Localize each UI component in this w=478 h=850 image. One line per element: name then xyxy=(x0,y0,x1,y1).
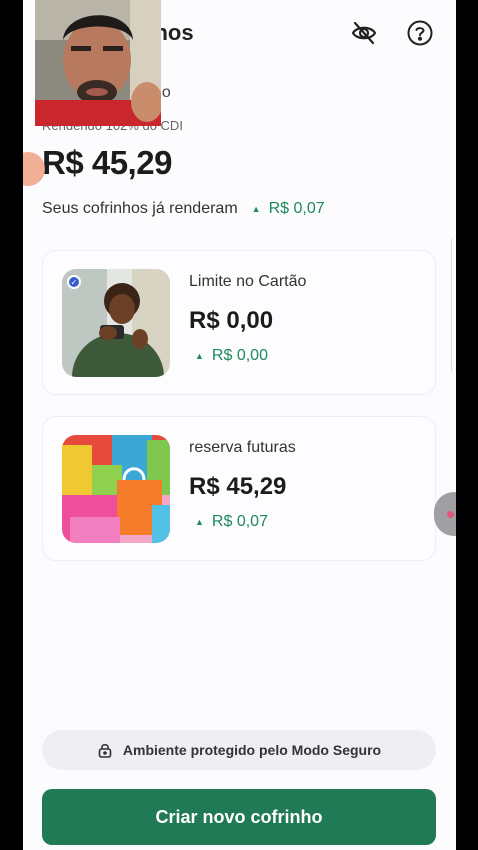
secure-mode-text: Ambiente protegido pelo Modo Seguro xyxy=(122,742,382,758)
webcam-overlay xyxy=(35,0,161,126)
floating-side-handle[interactable] xyxy=(434,492,456,536)
earned-amount: ▲ R$ 0,07 xyxy=(252,200,325,218)
check-badge-icon: ✓ xyxy=(67,275,81,289)
piggy-yield-value: R$ 0,00 xyxy=(211,347,268,364)
app-screen: nhos do Rendendo 102% do CDI R$ 45,29 Se… xyxy=(23,0,456,850)
secure-mode-banner: Ambiente protegido pelo Modo Seguro xyxy=(42,730,436,770)
up-arrow-icon: ▲ xyxy=(195,517,204,527)
piggy-card[interactable]: reserva futuras R$ 45,29 ▲ R$ 0,07 xyxy=(42,416,436,561)
piggy-yield-value: R$ 0,07 xyxy=(211,513,268,530)
create-piggy-button[interactable]: Criar novo cofrinho xyxy=(42,789,436,845)
question-circle-icon xyxy=(406,19,434,52)
lock-icon xyxy=(97,742,113,758)
up-arrow-icon: ▲ xyxy=(251,204,261,214)
up-arrow-icon: ▲ xyxy=(195,351,204,361)
piggy-thumbnail: ✓ xyxy=(62,269,170,377)
total-balance: R$ 45,29 xyxy=(42,144,172,181)
piggy-yield: ▲ R$ 0,00 xyxy=(195,347,268,365)
help-button[interactable] xyxy=(405,20,435,50)
piggy-amount: R$ 0,00 xyxy=(189,307,274,334)
piggy-amount: R$ 45,29 xyxy=(189,473,287,500)
piggy-card[interactable]: ✓ Limite no Cartão R$ 0,00 ▲ R$ 0,00 xyxy=(42,250,436,395)
notification-dot xyxy=(447,511,454,518)
eye-off-icon xyxy=(350,19,378,52)
piggy-thumbnail xyxy=(62,435,170,543)
piggy-yield: ▲ R$ 0,07 xyxy=(195,513,268,531)
scrollbar[interactable] xyxy=(451,238,456,372)
earned-label: Seus cofrinhos já renderam xyxy=(42,200,238,217)
earned-amount-value: R$ 0,07 xyxy=(268,200,325,217)
earned-row: Seus cofrinhos já renderam ▲ R$ 0,07 xyxy=(42,200,325,218)
piggy-name: reserva futuras xyxy=(189,439,296,456)
piggy-name: Limite no Cartão xyxy=(189,273,307,290)
hide-values-button[interactable] xyxy=(349,20,379,50)
